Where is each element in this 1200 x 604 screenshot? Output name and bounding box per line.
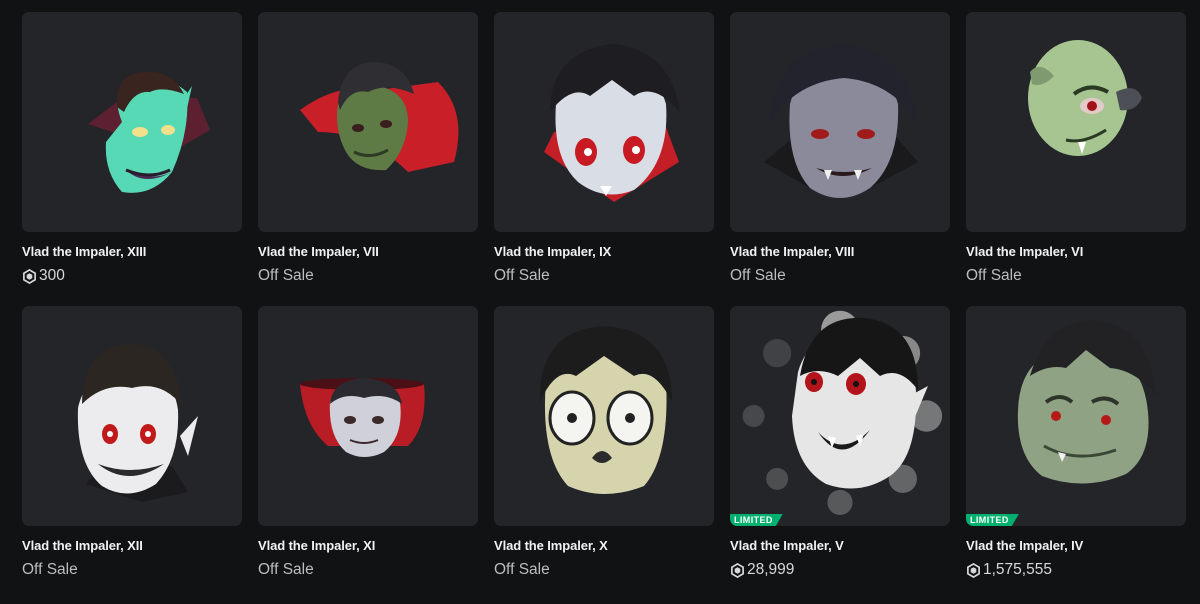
item-card[interactable]: Vlad the Impaler, VIII Off Sale [730, 12, 950, 306]
item-card[interactable]: Vlad the Impaler, VII Off Sale [258, 12, 478, 306]
vampire-head-icon [544, 44, 680, 202]
item-price: 28,999 [730, 561, 794, 579]
catalog-grid: Vlad the Impaler, XIII 300 Vlad the Impa… [22, 12, 1186, 600]
item-thumbnail[interactable] [258, 12, 478, 232]
price-value: Off Sale [22, 561, 78, 578]
robux-icon [23, 269, 36, 284]
item-name[interactable]: Vlad the Impaler, VIII [730, 244, 854, 259]
price-value: Off Sale [258, 561, 314, 578]
item-name[interactable]: Vlad the Impaler, VI [966, 244, 1083, 259]
price-value: Off Sale [966, 267, 1022, 284]
item-name[interactable]: Vlad the Impaler, V [730, 538, 844, 553]
item-name[interactable]: Vlad the Impaler, XII [22, 538, 143, 553]
item-thumbnail[interactable] [22, 12, 242, 232]
item-thumbnail[interactable]: LIMITED [730, 306, 950, 526]
item-card[interactable]: Vlad the Impaler, VI Off Sale [966, 12, 1186, 306]
vampire-head-icon [1017, 320, 1156, 484]
price-value: Off Sale [258, 267, 314, 284]
item-name[interactable]: Vlad the Impaler, XIII [22, 244, 146, 259]
vampire-head-icon [77, 344, 198, 502]
vampire-head-icon [792, 317, 928, 489]
item-card[interactable]: LIMITED Vlad the Impaler, IV 1,575,555 [966, 306, 1186, 600]
item-price: Off Sale [258, 561, 314, 579]
robux-icon [967, 563, 980, 578]
price-value: Off Sale [730, 267, 786, 284]
vampire-head-icon [539, 326, 672, 494]
item-name[interactable]: Vlad the Impaler, IX [494, 244, 611, 259]
vampire-head-icon [300, 62, 459, 172]
item-card[interactable]: Vlad the Impaler, XII Off Sale [22, 306, 242, 600]
item-price: Off Sale [22, 561, 78, 579]
item-thumbnail[interactable] [730, 12, 950, 232]
price-value: 1,575,555 [983, 561, 1052, 578]
item-thumbnail[interactable] [966, 12, 1186, 232]
robux-icon [731, 563, 744, 578]
item-price: Off Sale [258, 267, 314, 285]
item-card[interactable]: Vlad the Impaler, XI Off Sale [258, 306, 478, 600]
item-name[interactable]: Vlad the Impaler, VII [258, 244, 379, 259]
vampire-head-icon [1028, 40, 1142, 156]
item-price: 300 [22, 267, 65, 285]
item-price: Off Sale [966, 267, 1022, 285]
price-value: Off Sale [494, 267, 550, 284]
limited-badge: LIMITED [730, 514, 783, 526]
item-price: Off Sale [494, 267, 550, 285]
item-thumbnail[interactable] [258, 306, 478, 526]
item-thumbnail[interactable] [494, 12, 714, 232]
vampire-head-icon [764, 44, 918, 198]
limited-badge: LIMITED [966, 514, 1019, 526]
item-thumbnail[interactable] [22, 306, 242, 526]
item-thumbnail[interactable]: LIMITED [966, 306, 1186, 526]
item-price: Off Sale [730, 267, 786, 285]
vampire-head-icon [300, 378, 425, 457]
price-value: 28,999 [747, 561, 795, 578]
item-thumbnail[interactable] [494, 306, 714, 526]
price-value: 300 [39, 267, 65, 284]
item-name[interactable]: Vlad the Impaler, XI [258, 538, 375, 553]
item-price: Off Sale [494, 561, 550, 579]
item-name[interactable]: Vlad the Impaler, IV [966, 538, 1083, 553]
item-name[interactable]: Vlad the Impaler, X [494, 538, 608, 553]
item-card[interactable]: Vlad the Impaler, XIII 300 [22, 12, 242, 306]
item-price: 1,575,555 [966, 561, 1052, 579]
price-value: Off Sale [494, 561, 550, 578]
item-card[interactable]: LIMITED Vlad the Impaler, V 28,999 [730, 306, 950, 600]
item-card[interactable]: Vlad the Impaler, X Off Sale [494, 306, 714, 600]
item-card[interactable]: Vlad the Impaler, IX Off Sale [494, 12, 714, 306]
vampire-head-icon [88, 71, 210, 193]
